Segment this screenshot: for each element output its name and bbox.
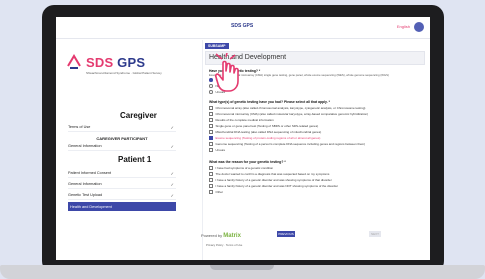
question-reason: What was the reason for your genetic tes… [209, 160, 286, 164]
checkbox-test-type[interactable]: Results of the complete medical informat… [209, 118, 424, 122]
radio-unsure[interactable]: Unsure [209, 90, 424, 94]
top-logo[interactable]: SDS GPS [231, 23, 253, 29]
brand-name-sds: SDS [86, 55, 114, 70]
checkbox-reason[interactable]: Other [209, 190, 424, 194]
question-test-types: What type(s) of genetic testing have you… [209, 100, 330, 104]
caregiver-participant-label: CAREGIVER PARTICIPANT [96, 136, 148, 141]
checkbox-reason[interactable]: I have a family history of a genetic dis… [209, 184, 424, 188]
checkbox-test-type[interactable]: Chromosomal microarray (CMA) (also calle… [209, 112, 424, 116]
matrix-logo: Matrix [223, 233, 241, 239]
sidebar-item-label: General Information [68, 144, 102, 148]
previous-button[interactable]: PREVIOUS [277, 231, 295, 237]
checkbox-reason[interactable]: I have had symptoms of a genetic conditi… [209, 166, 424, 170]
sidebar-item-consent[interactable]: Patient Informed Consent ✓ [68, 169, 176, 178]
check-icon: ✓ [170, 143, 174, 149]
brand-name-gps: GPS [117, 55, 146, 70]
checkbox-test-type[interactable]: Unsure [209, 148, 424, 152]
check-icon: ✓ [170, 124, 174, 130]
radio-yes[interactable]: Yes [209, 78, 424, 82]
avatar-icon[interactable] [414, 22, 424, 32]
sidebar-item-label: Terms of Use [68, 125, 91, 129]
footer-brand: Powered by Matrix [201, 233, 241, 239]
sidebar-item-terms[interactable]: Terms of Use ✓ [68, 123, 176, 132]
sidebar-item-genetic-upload[interactable]: Genetic Test Upload ✓ [68, 191, 176, 200]
check-icon: ✓ [170, 192, 174, 198]
sidebar-item-patient-general[interactable]: General Information ✓ [68, 180, 176, 189]
sidebar-item-label: Genetic Test Upload [68, 193, 103, 197]
logo-arrows-icon [67, 54, 81, 69]
check-icon: ✓ [170, 181, 174, 187]
brand-logo: SDS GPS Shwachman-Diamond Syndrome · Glo… [67, 54, 168, 83]
language-selector[interactable]: English [397, 24, 410, 29]
checkbox-test-type[interactable]: Chromosomal array (also called chromosom… [209, 106, 424, 110]
powered-by-label: Powered by [201, 233, 223, 238]
laptop-notch [210, 265, 274, 270]
sidebar-item-label: Health and Development [70, 204, 112, 209]
progress-sidebar: SDS GPS Shwachman-Diamond Syndrome · Glo… [64, 47, 180, 217]
sidebar-item-health[interactable]: Health and Development [68, 202, 176, 211]
checkbox-test-type[interactable]: Mitochondrial DNA testing (also called D… [209, 130, 424, 134]
checkbox-test-type[interactable]: Single gene or gene panel test (Testing … [209, 124, 424, 128]
radio-no[interactable]: No [209, 84, 424, 88]
checkbox-reason[interactable]: The doctor wanted to confirm a diagnosis… [209, 172, 424, 176]
question-note: Examples: Chromosomal microarray (CMA) s… [209, 73, 389, 77]
breadcrumb[interactable]: SUBSAMP [205, 43, 229, 49]
top-bar: SDS GPS English [56, 17, 430, 39]
sidebar-item-caregiver-general[interactable]: General Information ✓ [68, 142, 176, 151]
checkbox-test-type[interactable]: Exome sequencing (Testing of protein-cod… [209, 136, 424, 140]
next-button[interactable]: NEXT [369, 231, 381, 237]
sidebar-item-label: General Information [68, 182, 102, 186]
sidebar-item-label: Patient Informed Consent [68, 171, 112, 175]
checkbox-reason[interactable]: I have a family history of a genetic dis… [209, 178, 424, 182]
check-icon: ✓ [170, 170, 174, 176]
app-screen: SDS GPS English SDS GPS Shwachman-Diamon… [56, 17, 430, 260]
caregiver-title: Caregiver [120, 111, 157, 120]
pointer-hand-icon [214, 53, 239, 92]
footer-links[interactable]: Privacy Policy · Terms of Use [206, 243, 242, 247]
patient-title: Patient 1 [118, 155, 152, 164]
checkbox-test-type[interactable]: Genome sequencing (Testing of a person's… [209, 142, 424, 146]
